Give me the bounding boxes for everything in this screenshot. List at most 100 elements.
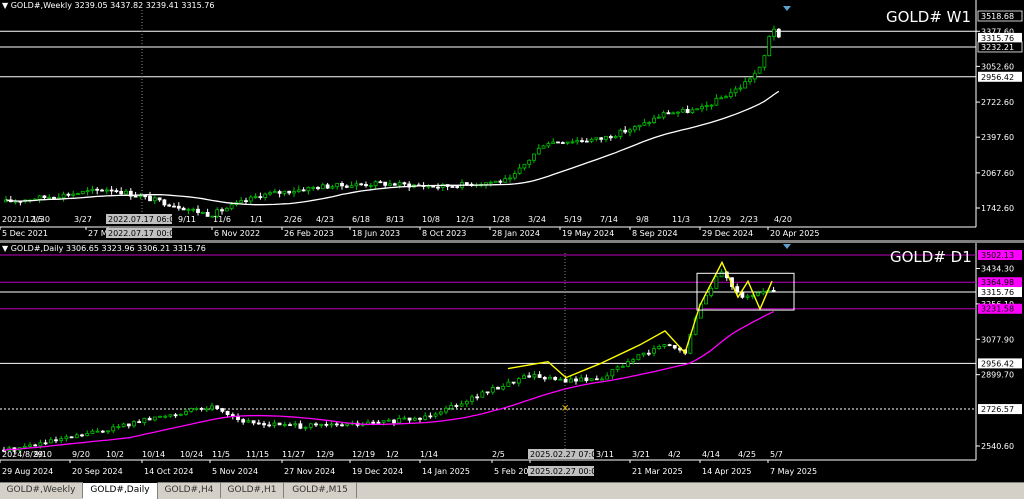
bull-candle xyxy=(501,386,506,390)
bear-candle xyxy=(114,190,119,193)
time-tick-label-upper: 2/23 xyxy=(740,215,758,224)
bear-candle xyxy=(143,195,148,198)
price-label: 3518.68 xyxy=(981,12,1014,21)
time-tick-label-upper: 9/10 xyxy=(34,450,52,459)
bear-candle xyxy=(553,376,558,380)
price-label: 2899.70 xyxy=(981,371,1014,380)
bull-candle xyxy=(480,391,485,398)
bull-candle xyxy=(186,208,191,211)
bull-candle xyxy=(503,178,508,183)
bull-candle xyxy=(594,137,599,140)
bull-candle xyxy=(620,365,625,368)
bull-candle xyxy=(303,426,308,429)
time-tick-label: 27 Nov 2024 xyxy=(284,467,335,476)
bull-candle xyxy=(402,417,407,420)
price-label: 3502.13 xyxy=(981,251,1014,260)
time-tick-label-upper: 5/19 xyxy=(564,215,582,224)
collapse-triangle-icon[interactable]: ▼ xyxy=(2,244,8,253)
tab-gold-weekly[interactable]: GOLD#,Weekly xyxy=(0,483,83,498)
bull-candle xyxy=(248,196,253,202)
bull-candle xyxy=(680,109,685,113)
bull-candle xyxy=(311,187,316,189)
bear-candle xyxy=(498,180,503,183)
bull-candle xyxy=(676,111,680,114)
bull-candle xyxy=(444,407,448,413)
weekly-chart-pane[interactable]: 3518.68 3377.60 3315.76 3232.21 3052.60 2956.… xyxy=(0,0,1024,240)
price-label: 3315.76 xyxy=(981,288,1014,297)
crosshair-time-label: 2025.02.27 07:00 xyxy=(530,450,601,459)
bull-candle xyxy=(657,345,662,350)
bull-candle xyxy=(263,193,268,198)
price-label: 3231.58 xyxy=(981,305,1014,314)
bear-candle xyxy=(324,423,329,426)
bear-candle xyxy=(199,408,204,410)
bull-candle xyxy=(642,122,647,126)
time-tick-label: 19 Dec 2024 xyxy=(352,467,403,476)
bear-candle xyxy=(340,424,344,427)
tab-gold-h1[interactable]: GOLD#,H1 xyxy=(221,483,284,498)
weekly-symbol-label: GOLD# W1 xyxy=(886,8,972,26)
bull-candle xyxy=(224,207,229,212)
bear-candle xyxy=(277,191,282,194)
bull-candle xyxy=(168,414,173,417)
bull-candle xyxy=(184,410,188,415)
time-tick-label: 5 Nov 2024 xyxy=(212,467,258,476)
time-tick-label-upper: 1/14 xyxy=(420,450,438,459)
bull-candle xyxy=(761,291,766,294)
time-tick-label-upper: 9/20 xyxy=(72,450,90,459)
time-tick-label-upper: 3/11 xyxy=(596,450,614,459)
bull-candle xyxy=(449,405,454,409)
bull-candle xyxy=(532,374,537,378)
bull-candle xyxy=(565,141,570,144)
bull-candle xyxy=(647,122,652,124)
bull-candle xyxy=(714,97,719,106)
bull-candle xyxy=(745,295,750,298)
bull-candle xyxy=(335,183,340,188)
bull-candle xyxy=(106,430,110,433)
time-tick-label-upper: 12/29 xyxy=(708,215,731,224)
bear-candle xyxy=(376,421,381,424)
bull-candle xyxy=(210,405,214,410)
time-tick-label-upper: 1/30 xyxy=(32,215,50,224)
bull-candle xyxy=(204,408,209,411)
time-tick-label-upper: 4/23 xyxy=(316,215,334,224)
tab-gold-daily[interactable]: GOLD#,Daily xyxy=(83,482,158,499)
bear-candle xyxy=(431,185,436,188)
bear-candle xyxy=(196,208,200,213)
time-tick-label-upper: 4/25 xyxy=(738,450,756,459)
bull-candle xyxy=(90,430,95,434)
collapse-triangle-icon[interactable]: ▼ xyxy=(2,1,8,10)
bull-candle xyxy=(330,186,335,189)
time-tick-label-upper: 11/6 xyxy=(213,215,231,224)
bull-candle xyxy=(618,129,623,137)
tab-gold-h4[interactable]: GOLD#,H4 xyxy=(158,483,221,498)
price-label: 3364.98 xyxy=(981,278,1014,287)
bull-candle xyxy=(626,361,630,367)
bull-candle xyxy=(253,196,258,199)
weekly-chart[interactable]: 3518.683377.603315.763232.213052.602956.… xyxy=(0,0,1024,240)
bear-candle xyxy=(334,423,339,426)
bear-candle xyxy=(220,408,225,412)
bull-candle xyxy=(423,415,428,420)
bull-candle xyxy=(381,420,386,423)
price-label: 2956.42 xyxy=(981,73,1014,82)
bear-candle xyxy=(277,422,282,426)
bull-candle xyxy=(354,183,359,187)
bull-candle xyxy=(517,167,522,174)
time-tick-label: 5 Dec 2021 xyxy=(2,229,48,238)
daily-chart[interactable]: ✕3502.133434.303364.983315.763256.103231… xyxy=(0,243,1024,482)
bear-candle xyxy=(685,109,690,113)
daily-chart-pane[interactable]: ✕3502.133434.303364.983315.763256.103231… xyxy=(0,243,1024,482)
bull-candle xyxy=(652,348,656,354)
bull-candle xyxy=(38,442,43,447)
time-tick-label-upper: 7/14 xyxy=(600,215,618,224)
bull-candle xyxy=(80,191,85,194)
bear-candle xyxy=(258,196,263,199)
bear-candle xyxy=(667,344,672,347)
bull-candle xyxy=(695,108,700,111)
bear-candle xyxy=(43,442,48,445)
bear-candle xyxy=(563,378,568,383)
bear-candle xyxy=(316,187,320,190)
bull-candle xyxy=(600,378,604,381)
tab-gold-m15[interactable]: GOLD#,M15 xyxy=(284,483,357,498)
